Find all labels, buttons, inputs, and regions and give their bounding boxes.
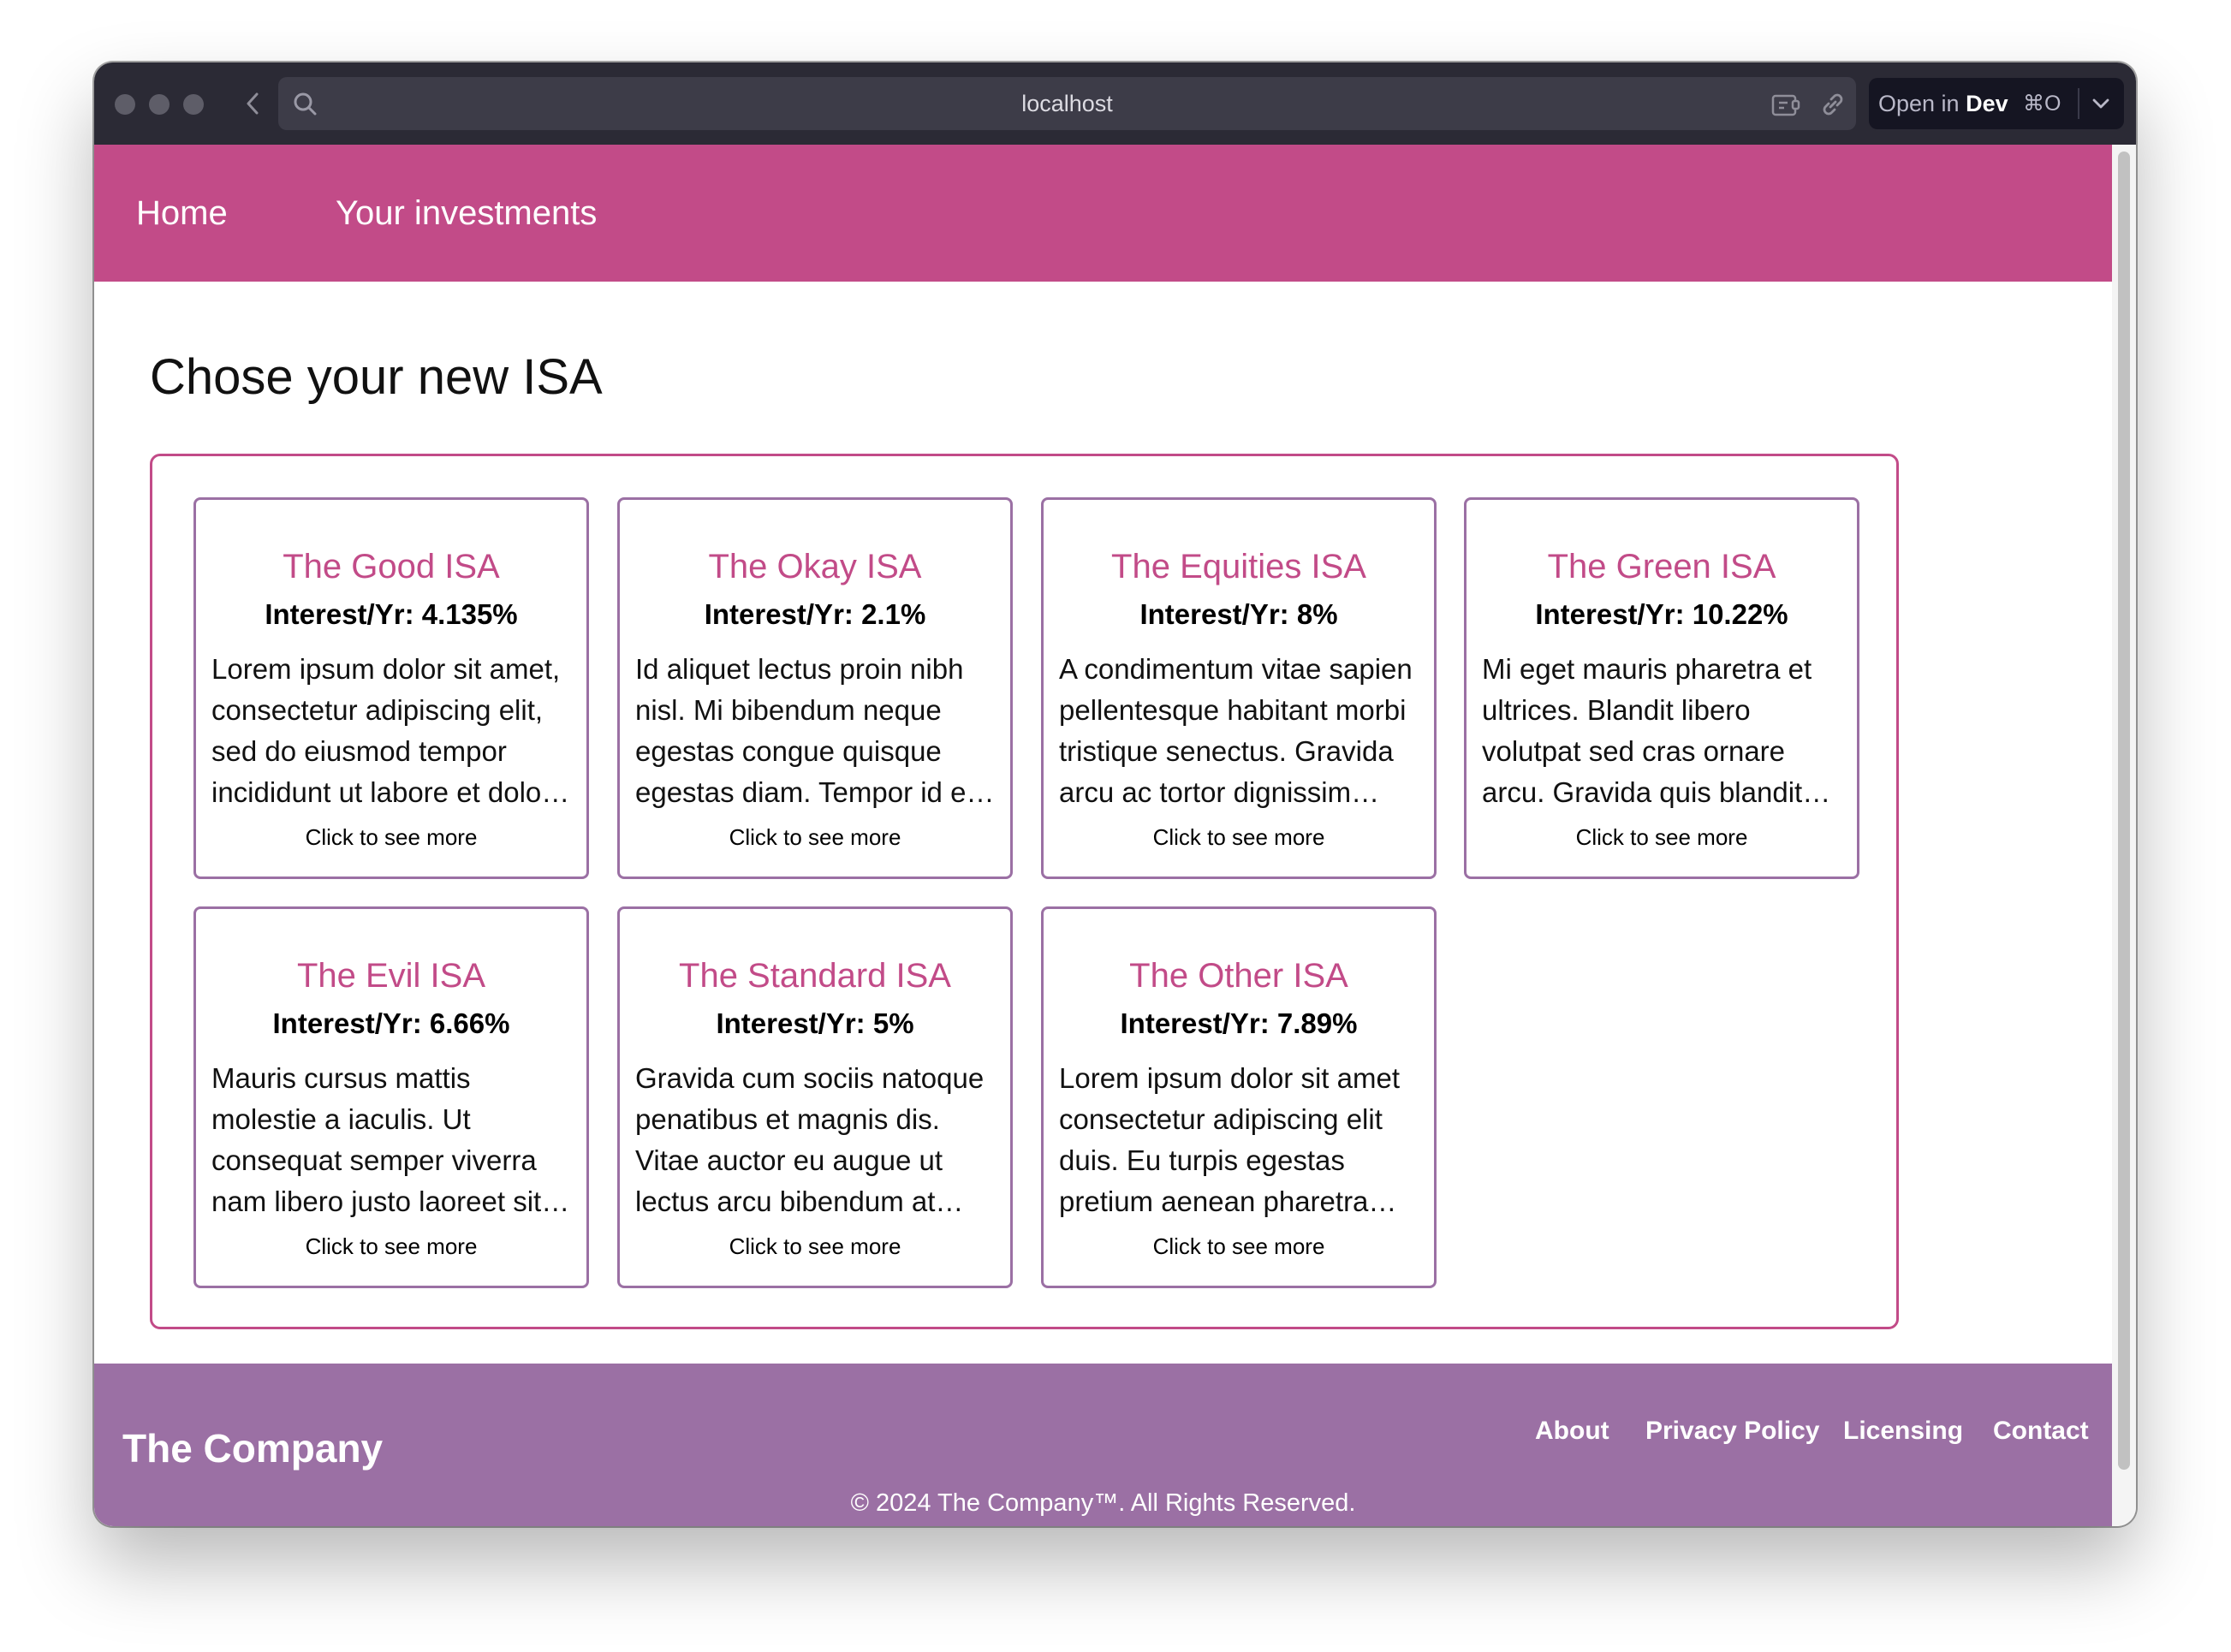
card-interest-rate: Interest/Yr: 4.135% (265, 598, 518, 630)
zoom-window-button[interactable] (183, 94, 204, 115)
close-window-button[interactable] (115, 94, 135, 115)
isa-card-other[interactable]: The Other ISA Interest/Yr: 7.89% Lorem i… (1041, 906, 1437, 1288)
address-bar[interactable]: localhost (278, 77, 1856, 130)
isa-card-okay[interactable]: The Okay ISA Interest/Yr: 2.1% Id alique… (617, 497, 1013, 879)
browser-toolbar: localhost Open in Dev ⌘O (94, 62, 2136, 145)
card-title: The Good ISA (283, 548, 500, 585)
card-see-more-link[interactable]: Click to see more (635, 822, 995, 853)
footer-link-licensing[interactable]: Licensing (1843, 1417, 1963, 1446)
isa-card-evil[interactable]: The Evil ISA Interest/Yr: 6.66% Mauris c… (193, 906, 589, 1288)
page-title: Chose your new ISA (150, 349, 603, 405)
card-see-more-link[interactable]: Click to see more (211, 822, 571, 853)
card-see-more-link[interactable]: Click to see more (211, 1231, 571, 1262)
scrollbar-thumb[interactable] (2118, 152, 2130, 1470)
card-title: The Other ISA (1129, 957, 1348, 995)
card-interest-rate: Interest/Yr: 6.66% (272, 1007, 510, 1039)
footer-link-privacy[interactable]: Privacy Policy (1645, 1417, 1819, 1446)
open-in-dev-button[interactable]: Open in Dev ⌘O (1869, 78, 2124, 129)
top-nav: Home Your investments (94, 145, 2112, 282)
isa-card-green[interactable]: The Green ISA Interest/Yr: 10.22% Mi ege… (1464, 497, 1859, 879)
card-interest-rate: Interest/Yr: 10.22% (1535, 598, 1788, 630)
card-see-more-link[interactable]: Click to see more (1059, 822, 1419, 853)
page-scrollbar[interactable] (2112, 145, 2136, 1526)
card-description: A condimentum vitae sapien pellentesque … (1059, 653, 1413, 808)
card-see-more-link[interactable]: Click to see more (1482, 822, 1841, 853)
card-interest-rate: Interest/Yr: 8% (1139, 598, 1338, 630)
isa-card-standard[interactable]: The Standard ISA Interest/Yr: 5% Gravida… (617, 906, 1013, 1288)
card-title: The Evil ISA (296, 957, 486, 995)
extension-icon[interactable] (1770, 92, 1801, 117)
link-icon[interactable] (1818, 90, 1847, 119)
page-viewport: Home Your investments Chose your new ISA… (94, 145, 2112, 1526)
card-description: Lorem ipsum dolor sit amet, consectetur … (211, 653, 567, 808)
card-description: Gravida cum sociis natoque penatibus et … (635, 1062, 985, 1217)
card-description: Id aliquet lectus proin nibh nisl. Mi bi… (635, 653, 982, 808)
url-text: localhost (1021, 91, 1113, 116)
nav-home-link[interactable]: Home (136, 145, 228, 282)
card-interest-rate: Interest/Yr: 2.1% (704, 598, 926, 630)
minimize-window-button[interactable] (149, 94, 170, 115)
card-interest-rate: Interest/Yr: 7.89% (1120, 1007, 1358, 1039)
card-see-more-link[interactable]: Click to see more (1059, 1231, 1419, 1262)
card-title: The Okay ISA (708, 548, 922, 585)
card-title: The Standard ISA (679, 957, 951, 995)
open-in-dev-label: Open in Dev (1878, 91, 2008, 116)
isa-card-good[interactable]: The Good ISA Interest/Yr: 4.135% Lorem i… (193, 497, 589, 879)
card-see-more-link[interactable]: Click to see more (635, 1231, 995, 1262)
chevron-left-icon (247, 92, 259, 115)
nav-investments-link[interactable]: Your investments (336, 145, 597, 282)
back-button[interactable] (238, 86, 269, 121)
button-divider (2078, 88, 2079, 119)
browser-window: localhost Open in Dev ⌘O Home Your inves… (94, 62, 2136, 1526)
isa-card-container: The Good ISA Interest/Yr: 4.135% Lorem i… (150, 454, 1899, 1329)
isa-card-equities[interactable]: The Equities ISA Interest/Yr: 8% A condi… (1041, 497, 1437, 879)
footer-link-contact[interactable]: Contact (1993, 1417, 2089, 1446)
card-description: Mauris cursus mattis molestie a iaculis.… (211, 1062, 550, 1217)
footer-brand: The Company (122, 1426, 384, 1471)
card-description: Lorem ipsum dolor sit amet consectetur a… (1059, 1062, 1400, 1217)
shortcut-hint: ⌘O (2023, 92, 2061, 116)
card-interest-rate: Interest/Yr: 5% (716, 1007, 914, 1039)
footer-copyright: © 2024 The Company™. All Rights Reserved… (850, 1489, 1356, 1517)
card-title: The Equities ISA (1111, 548, 1366, 585)
site-footer: The Company About Privacy Policy Licensi… (94, 1364, 2112, 1526)
card-description: Mi eget mauris pharetra et ultrices. Bla… (1482, 653, 1812, 808)
chevron-down-icon[interactable] (2086, 90, 2115, 117)
card-title: The Green ISA (1547, 548, 1776, 585)
footer-link-about[interactable]: About (1535, 1417, 1609, 1446)
